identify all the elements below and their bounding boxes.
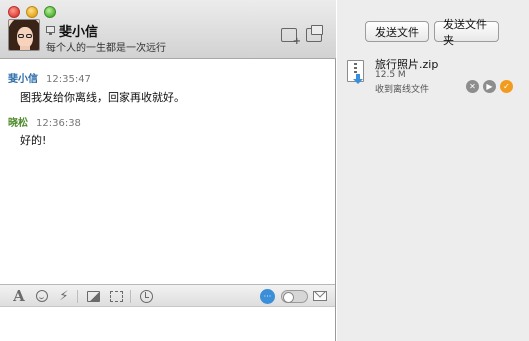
reject-file-button[interactable]: ✕ [466, 80, 479, 93]
message-text: 图我发给你离线，回家再收就好。 [20, 91, 185, 104]
file-size: 12.5 M [375, 70, 406, 80]
accept-file-button[interactable]: ✓ [500, 80, 513, 93]
chat-window: 斐小信 每个人的一生都是一次远行 斐小信 12:35:47 图我发给你离线，回家再… [0, 0, 336, 341]
input-toolbar: A ⚡ ··· [0, 284, 335, 307]
contact-avatar[interactable] [8, 19, 40, 51]
emoji-icon[interactable] [34, 288, 50, 304]
file-transfer-panel: 发送文件 发送文件夹 旅行照片.zip 12.5 M 收到离线文件 ✕ ▶ ✓ [337, 0, 529, 341]
message-time: 12:35:47 [46, 74, 91, 85]
mail-icon[interactable] [313, 291, 327, 301]
toolbar-divider [130, 290, 131, 303]
file-status: 收到离线文件 [375, 85, 430, 95]
minimize-window-button[interactable] [26, 6, 38, 18]
download-arrow-icon [353, 74, 365, 84]
zoom-window-button[interactable] [44, 6, 56, 18]
add-to-group-icon[interactable] [281, 28, 301, 47]
shake-window-icon[interactable]: ⚡ [56, 288, 72, 304]
message-text: 好的! [20, 134, 47, 147]
message-sender: 晓松 [8, 118, 28, 129]
contact-signature: 每个人的一生都是一次远行 [46, 43, 166, 54]
message-header: 斐小信 12:35:47 [8, 70, 91, 85]
close-window-button[interactable] [8, 6, 20, 18]
toolbar-divider [77, 290, 78, 303]
message-list: 斐小信 12:35:47 图我发给你离线，回家再收就好。 晓松 12:36:38 好… [0, 60, 335, 284]
message-header: 晓松 12:36:38 [8, 114, 81, 129]
message-input[interactable] [0, 308, 335, 341]
send-image-icon[interactable] [85, 288, 101, 304]
send-folder-button[interactable]: 发送文件夹 [434, 18, 499, 47]
chat-bubble-icon[interactable]: ··· [260, 289, 275, 304]
online-status-monitor-icon [46, 26, 55, 35]
contact-name: 斐小信 [59, 25, 99, 40]
chat-header: 斐小信 每个人的一生都是一次远行 [0, 0, 336, 59]
message-sender: 斐小信 [8, 74, 38, 85]
send-file-button[interactable]: 发送文件 [365, 21, 429, 42]
send-mode-toggle[interactable] [281, 290, 308, 303]
send-file-icon[interactable] [306, 25, 323, 42]
font-icon[interactable]: A [11, 287, 27, 305]
message-time: 12:36:38 [36, 118, 81, 129]
history-icon[interactable] [138, 288, 154, 304]
file-transfer-item: 旅行照片.zip 12.5 M 收到离线文件 ✕ ▶ ✓ [337, 52, 529, 100]
save-as-button[interactable]: ▶ [483, 80, 496, 93]
screenshot-icon[interactable] [108, 288, 124, 304]
